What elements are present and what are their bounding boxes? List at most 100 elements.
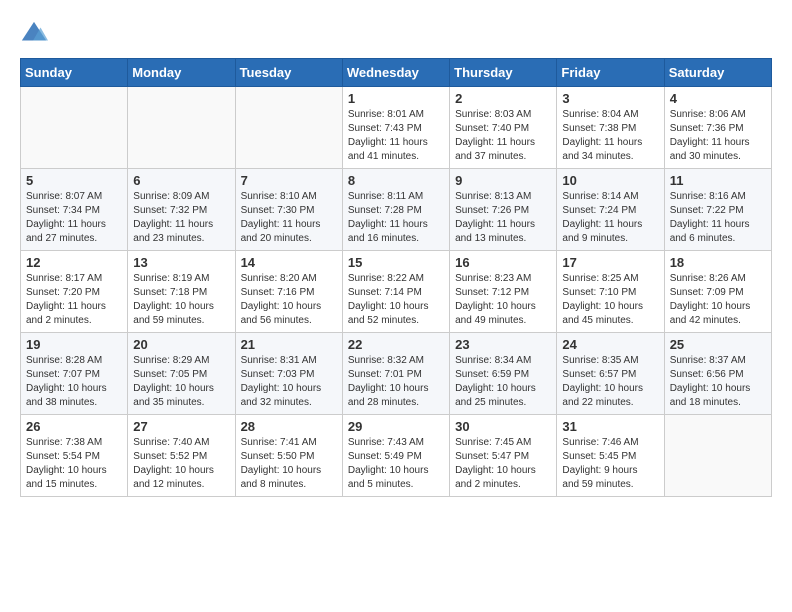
calendar-cell: 6 Sunrise: 8:09 AM Sunset: 7:32 PM Daylig… — [128, 169, 235, 251]
calendar-cell: 31 Sunrise: 7:46 AM Sunset: 5:45 PM Dayli… — [557, 415, 664, 497]
day-number: 16 — [455, 255, 551, 270]
calendar-cell — [21, 87, 128, 169]
day-info: Sunrise: 8:14 AM Sunset: 7:24 PM Dayligh… — [562, 190, 658, 246]
day-info: Sunrise: 8:07 AM Sunset: 7:34 PM Dayligh… — [26, 190, 122, 246]
day-number: 22 — [348, 337, 444, 352]
day-number: 17 — [562, 255, 658, 270]
weekday-header-friday: Friday — [557, 59, 664, 87]
day-number: 3 — [562, 91, 658, 106]
page-header — [20, 20, 772, 48]
week-row-5: 26 Sunrise: 7:38 AM Sunset: 5:54 PM Dayli… — [21, 415, 772, 497]
logo-icon — [20, 20, 48, 48]
week-row-3: 12 Sunrise: 8:17 AM Sunset: 7:20 PM Dayli… — [21, 251, 772, 333]
day-info: Sunrise: 8:28 AM Sunset: 7:07 PM Dayligh… — [26, 354, 122, 410]
calendar-cell: 24 Sunrise: 8:35 AM Sunset: 6:57 PM Dayli… — [557, 333, 664, 415]
calendar-cell: 11 Sunrise: 8:16 AM Sunset: 7:22 PM Dayli… — [664, 169, 771, 251]
day-number: 24 — [562, 337, 658, 352]
calendar-cell: 18Sunrise: 8:26 AM Sunset: 7:09 PM Dayli… — [664, 251, 771, 333]
day-number: 27 — [133, 419, 229, 434]
day-info: Sunrise: 8:37 AM Sunset: 6:56 PM Dayligh… — [670, 354, 766, 410]
calendar-cell: 17 Sunrise: 8:25 AM Sunset: 7:10 PM Dayli… — [557, 251, 664, 333]
day-info: Sunrise: 7:43 AM Sunset: 5:49 PM Dayligh… — [348, 436, 444, 492]
day-number: 13 — [133, 255, 229, 270]
day-info: Sunrise: 8:35 AM Sunset: 6:57 PM Dayligh… — [562, 354, 658, 410]
calendar-cell: 2 Sunrise: 8:03 AM Sunset: 7:40 PM Daylig… — [450, 87, 557, 169]
weekday-header-sunday: Sunday — [21, 59, 128, 87]
calendar-cell: 7Sunrise: 8:10 AM Sunset: 7:30 PM Daylig… — [235, 169, 342, 251]
day-number: 29 — [348, 419, 444, 434]
calendar-cell: 4Sunrise: 8:06 AM Sunset: 7:36 PM Daylig… — [664, 87, 771, 169]
day-info: Sunrise: 8:19 AM Sunset: 7:18 PM Dayligh… — [133, 272, 229, 328]
day-info: Sunrise: 8:03 AM Sunset: 7:40 PM Dayligh… — [455, 108, 551, 164]
day-number: 15 — [348, 255, 444, 270]
day-number: 14 — [241, 255, 337, 270]
day-number: 30 — [455, 419, 551, 434]
day-number: 12 — [26, 255, 122, 270]
calendar-cell: 13 Sunrise: 8:19 AM Sunset: 7:18 PM Dayli… — [128, 251, 235, 333]
day-number: 1 — [348, 91, 444, 106]
day-info: Sunrise: 8:13 AM Sunset: 7:26 PM Dayligh… — [455, 190, 551, 246]
day-number: 11 — [670, 173, 766, 188]
week-row-4: 19 Sunrise: 8:28 AM Sunset: 7:07 PM Dayli… — [21, 333, 772, 415]
calendar-cell — [664, 415, 771, 497]
weekday-header-wednesday: Wednesday — [342, 59, 449, 87]
day-info: Sunrise: 7:41 AM Sunset: 5:50 PM Dayligh… — [241, 436, 337, 492]
day-info: Sunrise: 7:45 AM Sunset: 5:47 PM Dayligh… — [455, 436, 551, 492]
calendar-table: SundayMondayTuesdayWednesdayThursdayFrid… — [20, 58, 772, 497]
calendar-cell: 27 Sunrise: 7:40 AM Sunset: 5:52 PM Dayli… — [128, 415, 235, 497]
weekday-header-thursday: Thursday — [450, 59, 557, 87]
day-info: Sunrise: 7:46 AM Sunset: 5:45 PM Dayligh… — [562, 436, 658, 492]
day-number: 8 — [348, 173, 444, 188]
calendar-cell: 30 Sunrise: 7:45 AM Sunset: 5:47 PM Dayli… — [450, 415, 557, 497]
calendar-cell: 8Sunrise: 8:11 AM Sunset: 7:28 PM Daylig… — [342, 169, 449, 251]
day-info: Sunrise: 8:32 AM Sunset: 7:01 PM Dayligh… — [348, 354, 444, 410]
day-number: 18 — [670, 255, 766, 270]
day-number: 19 — [26, 337, 122, 352]
weekday-header-row: SundayMondayTuesdayWednesdayThursdayFrid… — [21, 59, 772, 87]
day-number: 6 — [133, 173, 229, 188]
calendar-cell — [128, 87, 235, 169]
day-number: 20 — [133, 337, 229, 352]
week-row-1: 1Sunrise: 8:01 AM Sunset: 7:43 PM Daylig… — [21, 87, 772, 169]
day-info: Sunrise: 8:20 AM Sunset: 7:16 PM Dayligh… — [241, 272, 337, 328]
day-info: Sunrise: 8:04 AM Sunset: 7:38 PM Dayligh… — [562, 108, 658, 164]
logo — [20, 20, 52, 48]
weekday-header-monday: Monday — [128, 59, 235, 87]
day-number: 9 — [455, 173, 551, 188]
day-info: Sunrise: 8:16 AM Sunset: 7:22 PM Dayligh… — [670, 190, 766, 246]
calendar-cell: 21 Sunrise: 8:31 AM Sunset: 7:03 PM Dayli… — [235, 333, 342, 415]
calendar-cell: 3 Sunrise: 8:04 AM Sunset: 7:38 PM Daylig… — [557, 87, 664, 169]
day-number: 5 — [26, 173, 122, 188]
day-number: 25 — [670, 337, 766, 352]
calendar-cell: 19 Sunrise: 8:28 AM Sunset: 7:07 PM Dayli… — [21, 333, 128, 415]
day-info: Sunrise: 8:17 AM Sunset: 7:20 PM Dayligh… — [26, 272, 122, 328]
day-info: Sunrise: 8:09 AM Sunset: 7:32 PM Dayligh… — [133, 190, 229, 246]
calendar-cell: 26 Sunrise: 7:38 AM Sunset: 5:54 PM Dayli… — [21, 415, 128, 497]
day-number: 31 — [562, 419, 658, 434]
day-info: Sunrise: 7:40 AM Sunset: 5:52 PM Dayligh… — [133, 436, 229, 492]
calendar-cell — [235, 87, 342, 169]
calendar-cell: 28Sunrise: 7:41 AM Sunset: 5:50 PM Dayli… — [235, 415, 342, 497]
weekday-header-saturday: Saturday — [664, 59, 771, 87]
day-number: 26 — [26, 419, 122, 434]
calendar-cell: 1Sunrise: 8:01 AM Sunset: 7:43 PM Daylig… — [342, 87, 449, 169]
day-number: 21 — [241, 337, 337, 352]
day-info: Sunrise: 7:38 AM Sunset: 5:54 PM Dayligh… — [26, 436, 122, 492]
week-row-2: 5 Sunrise: 8:07 AM Sunset: 7:34 PM Daylig… — [21, 169, 772, 251]
day-info: Sunrise: 8:22 AM Sunset: 7:14 PM Dayligh… — [348, 272, 444, 328]
calendar-cell: 9 Sunrise: 8:13 AM Sunset: 7:26 PM Daylig… — [450, 169, 557, 251]
calendar-cell: 20 Sunrise: 8:29 AM Sunset: 7:05 PM Dayli… — [128, 333, 235, 415]
day-number: 2 — [455, 91, 551, 106]
calendar-cell: 29 Sunrise: 7:43 AM Sunset: 5:49 PM Dayli… — [342, 415, 449, 497]
day-info: Sunrise: 8:29 AM Sunset: 7:05 PM Dayligh… — [133, 354, 229, 410]
day-number: 10 — [562, 173, 658, 188]
day-info: Sunrise: 8:25 AM Sunset: 7:10 PM Dayligh… — [562, 272, 658, 328]
calendar-cell: 12 Sunrise: 8:17 AM Sunset: 7:20 PM Dayli… — [21, 251, 128, 333]
calendar-cell: 5 Sunrise: 8:07 AM Sunset: 7:34 PM Daylig… — [21, 169, 128, 251]
calendar-cell: 15 Sunrise: 8:22 AM Sunset: 7:14 PM Dayli… — [342, 251, 449, 333]
weekday-header-tuesday: Tuesday — [235, 59, 342, 87]
calendar-cell: 25 Sunrise: 8:37 AM Sunset: 6:56 PM Dayli… — [664, 333, 771, 415]
day-number: 23 — [455, 337, 551, 352]
day-info: Sunrise: 8:23 AM Sunset: 7:12 PM Dayligh… — [455, 272, 551, 328]
day-info: Sunrise: 8:31 AM Sunset: 7:03 PM Dayligh… — [241, 354, 337, 410]
